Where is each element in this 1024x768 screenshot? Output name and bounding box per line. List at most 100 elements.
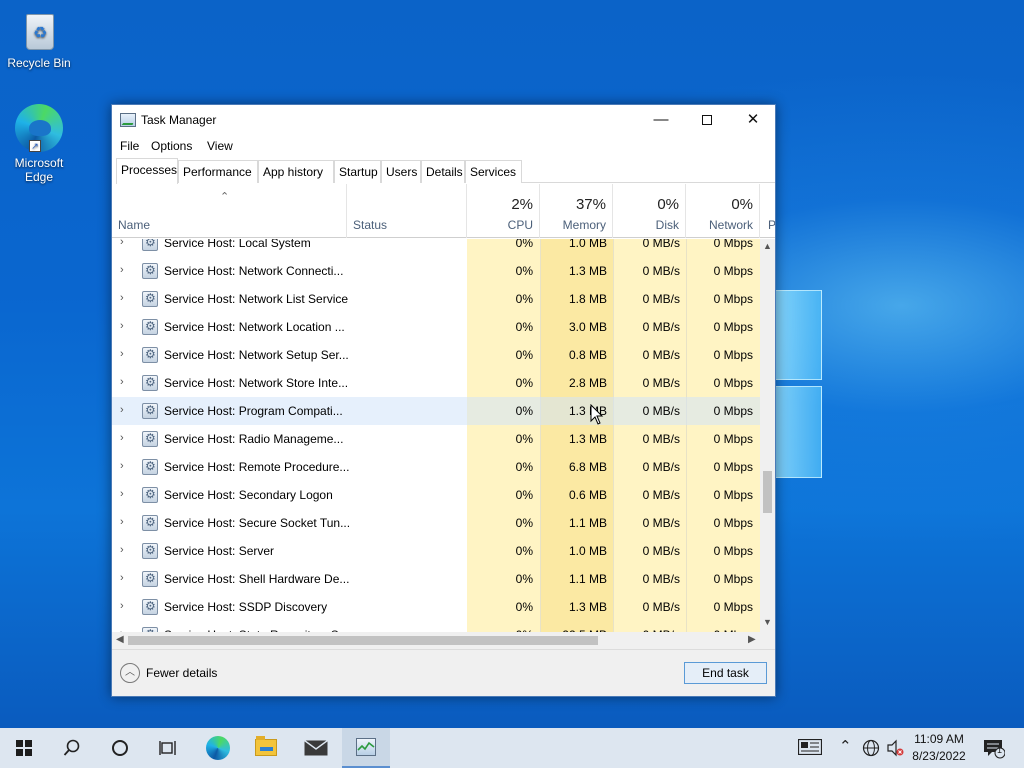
desktop-icon-microsoft-edge[interactable]: ↗ Microsoft Edge	[1, 104, 77, 184]
expand-chevron-icon[interactable]: ›	[120, 320, 124, 332]
column-header-status[interactable]: Status	[347, 184, 467, 238]
scroll-up-icon[interactable]: ▲	[763, 241, 772, 251]
table-row[interactable]: ›Service Host: Program Compati...0%1.3 M…	[112, 397, 760, 425]
menu-options[interactable]: Options	[151, 139, 192, 153]
table-row[interactable]: › Service Host: Network Location ... 0% 3.0…	[112, 313, 760, 341]
column-header-network[interactable]: 0% Network	[686, 184, 760, 238]
service-host-icon	[142, 375, 158, 391]
expand-chevron-icon[interactable]: ›	[120, 544, 124, 556]
cpu-value: 0%	[515, 264, 533, 278]
cpu-value: 0%	[515, 432, 533, 446]
clock-date[interactable]: 8/23/2022	[904, 749, 974, 763]
title-bar[interactable]: Task Manager — ✕	[112, 105, 775, 136]
scroll-left-icon[interactable]: ◀	[116, 634, 124, 645]
tab-performance[interactable]: Performance	[178, 160, 258, 183]
network-globe-icon[interactable]	[862, 739, 880, 761]
tab-details[interactable]: Details	[421, 160, 465, 183]
expand-chevron-icon[interactable]: ›	[120, 348, 124, 360]
start-button[interactable]	[0, 728, 48, 768]
expand-chevron-icon[interactable]: ›	[120, 572, 124, 584]
vertical-scrollbar[interactable]: ▲ ▼	[760, 239, 775, 632]
service-host-icon	[142, 347, 158, 363]
notification-center-icon[interactable]: 1	[983, 739, 1006, 763]
maximize-button[interactable]	[684, 105, 730, 135]
table-row[interactable]: › Service Host: SSDP Discovery 0% 1.3 MB 0 M…	[112, 593, 760, 621]
cpu-value: 0%	[515, 239, 533, 250]
table-row[interactable]: › Service Host: Remote Procedure... 0% 6.8 …	[112, 453, 760, 481]
tab-users[interactable]: Users	[381, 160, 421, 183]
expand-chevron-icon[interactable]: ›	[120, 600, 124, 612]
expand-chevron-icon[interactable]: ›	[120, 239, 124, 248]
disk-value: 0 MB/s	[642, 239, 680, 250]
table-row[interactable]: › Service Host: Network Setup Ser... 0% 0.8…	[112, 341, 760, 369]
table-row[interactable]: › Service Host: Radio Manageme... 0% 1.3 MB…	[112, 425, 760, 453]
process-name: Service Host: SSDP Discovery	[164, 600, 328, 614]
scroll-right-icon[interactable]: ▶	[748, 634, 756, 645]
cpu-value: 0%	[515, 320, 533, 334]
edge-icon: ↗	[15, 104, 63, 152]
table-row[interactable]: › Service Host: Secondary Logon 0% 0.6 MB 0 …	[112, 481, 760, 509]
table-row[interactable]: ›Service Host: State Repository S...0%22…	[112, 621, 760, 632]
vertical-scroll-thumb[interactable]	[763, 471, 772, 513]
disk-value: 0 MB/s	[642, 460, 680, 474]
expand-chevron-icon[interactable]: ›	[120, 376, 124, 388]
taskbar-edge[interactable]	[194, 728, 242, 768]
column-header-memory[interactable]: 37% Memory	[540, 184, 613, 238]
news-widget-icon[interactable]	[797, 738, 823, 759]
tab-services[interactable]: Services	[465, 160, 522, 183]
window-title: Task Manager	[141, 113, 217, 127]
taskbar-mail[interactable]	[292, 728, 340, 768]
service-host-icon	[142, 263, 158, 279]
menu-file[interactable]: File	[120, 139, 139, 153]
fewer-details-link[interactable]: Fewer details	[146, 666, 217, 680]
tab-startup[interactable]: Startup	[334, 160, 381, 183]
expand-chevron-icon[interactable]: ›	[120, 432, 124, 444]
table-row[interactable]: › Service Host: Secure Socket Tun... 0% 1.1…	[112, 509, 760, 537]
end-task-button[interactable]: End task	[684, 662, 767, 684]
shortcut-arrow-icon: ↗	[29, 140, 41, 152]
column-header-name[interactable]: ⌃ Name	[112, 184, 347, 238]
search-button[interactable]	[48, 728, 96, 768]
close-button[interactable]: ✕	[730, 105, 776, 135]
disk-value: 0 MB/s	[642, 348, 680, 362]
clock-time[interactable]: 11:09 AM	[904, 732, 974, 746]
cpu-value: 0%	[515, 516, 533, 530]
taskbar-task-manager[interactable]	[342, 728, 390, 768]
table-row[interactable]: › Service Host: Network Store Inte... 0% 2.…	[112, 369, 760, 397]
scroll-down-icon[interactable]: ▼	[763, 617, 772, 627]
disk-value: 0 MB/s	[642, 320, 680, 334]
table-row[interactable]: › Service Host: Network List Service 0% 1.8…	[112, 285, 760, 313]
task-view-icon	[159, 741, 176, 755]
expand-chevron-icon[interactable]: ›	[120, 404, 124, 416]
table-row[interactable]: › Service Host: Shell Hardware De... 0% 1.1…	[112, 565, 760, 593]
expand-chevron-icon[interactable]: ›	[120, 292, 124, 304]
chevron-up-icon[interactable]: ︿	[120, 663, 140, 683]
column-header-disk[interactable]: 0% Disk	[613, 184, 686, 238]
service-host-icon	[142, 487, 158, 503]
column-header-cpu[interactable]: 2% CPU	[467, 184, 540, 238]
volume-muted-icon[interactable]	[886, 739, 904, 761]
network-value: 0 Mbps	[713, 320, 753, 334]
tab-processes[interactable]: Processes	[116, 158, 178, 184]
tab-app-history[interactable]: App history	[258, 160, 334, 183]
horizontal-scroll-thumb[interactable]	[128, 636, 598, 645]
table-row[interactable]: › Service Host: Server 0% 1.0 MB 0 MB/s 0 Mbp…	[112, 537, 760, 565]
expand-chevron-icon[interactable]: ›	[120, 264, 124, 276]
menu-view[interactable]: View	[207, 139, 233, 153]
column-header-power[interactable]: P	[760, 184, 775, 238]
expand-chevron-icon[interactable]: ›	[120, 460, 124, 472]
table-row[interactable]: › Service Host: Local System 0% 1.0 MB 0 MB/…	[112, 239, 760, 257]
network-value: 0 Mbps	[713, 516, 753, 530]
taskbar-file-explorer[interactable]	[242, 728, 290, 768]
expand-chevron-icon[interactable]: ›	[120, 516, 124, 528]
minimize-button[interactable]: —	[638, 105, 684, 135]
desktop-icon-recycle-bin[interactable]: Recycle Bin	[1, 8, 77, 70]
expand-chevron-icon[interactable]: ›	[120, 488, 124, 500]
cortana-button[interactable]	[96, 728, 144, 768]
horizontal-scrollbar[interactable]: ◀ ▶	[112, 632, 775, 649]
cpu-value: 0%	[515, 600, 533, 614]
table-row[interactable]: › Service Host: Network Connecti... 0% 1.3 …	[112, 257, 760, 285]
task-view-button[interactable]	[144, 728, 192, 768]
chevron-up-icon[interactable]: ⌃	[839, 737, 852, 755]
maximize-icon	[702, 115, 712, 126]
